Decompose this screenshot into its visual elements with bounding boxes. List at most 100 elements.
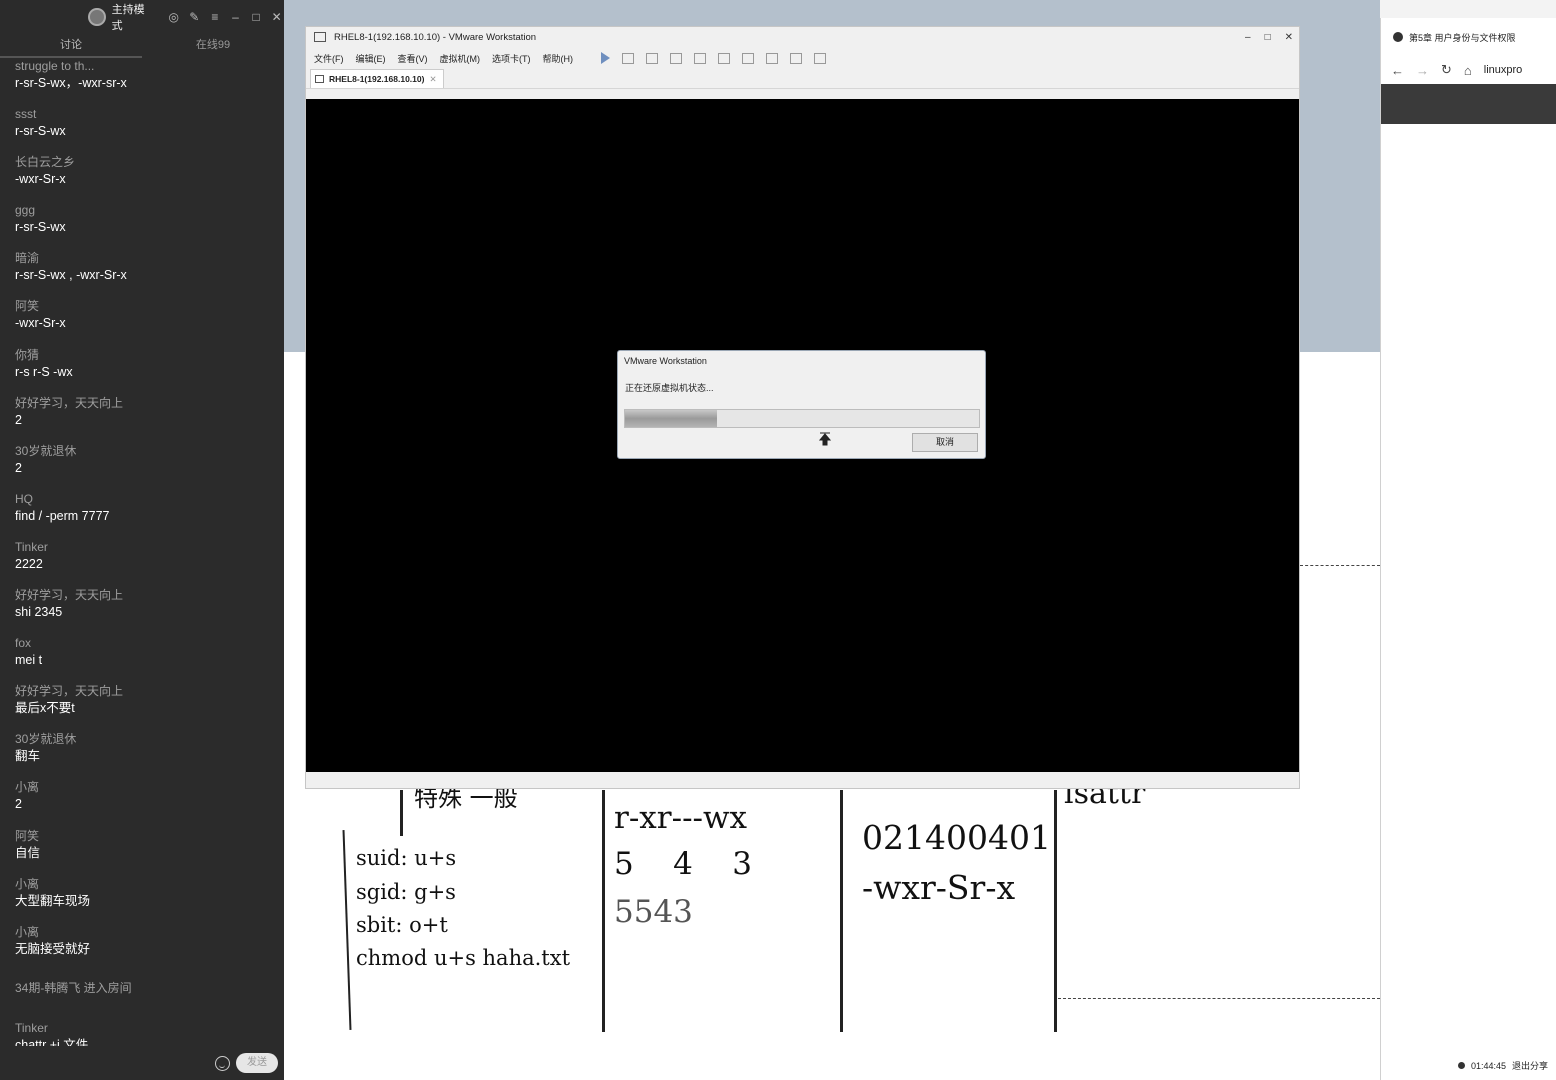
message-text: 翻车 xyxy=(15,749,41,764)
browser-tab[interactable]: 第5章 用户身份与文件权限 xyxy=(1381,18,1556,56)
edit-icon[interactable]: ✎ xyxy=(187,10,202,25)
vmware-titlebar: RHEL8-1(192.168.10.10) - VMware Workstat… xyxy=(306,27,1299,47)
board-perm-digits: 5 4 3 xyxy=(614,846,753,882)
message-sender: ggg xyxy=(15,203,36,218)
message-sender: Tinker xyxy=(15,539,48,554)
close-icon[interactable]: ✕ xyxy=(269,10,284,25)
tab-close-icon[interactable]: ✕ xyxy=(429,74,436,85)
board-divider-1 xyxy=(602,790,605,1032)
board-divider-3 xyxy=(1054,790,1057,1032)
menu-edit[interactable]: 编辑(E) xyxy=(356,52,386,65)
dialog-title: VMware Workstation xyxy=(624,356,707,366)
chat-message: 长白云之乡 -wxr-Sr-x xyxy=(15,154,284,202)
message-sender: 34期-韩腾飞 进入房间 xyxy=(15,980,132,995)
menu-tabs[interactable]: 选项卡(T) xyxy=(492,52,531,65)
chat-tabs: 讨论 在线99 xyxy=(0,34,284,58)
dialog-message: 正在还原虚拟机状态... xyxy=(625,383,714,393)
vmware-logo-icon xyxy=(314,32,326,42)
message-sender: 好好学习，天天向上 xyxy=(15,395,124,410)
power-on-icon[interactable] xyxy=(601,52,610,64)
stretch-icon[interactable] xyxy=(814,52,826,64)
snapshot-manager-icon[interactable] xyxy=(694,52,706,64)
minimize-icon[interactable]: – xyxy=(1245,32,1251,43)
message-sender: 阿笑 xyxy=(15,828,40,843)
chat-message: ggg r-sr-S-wx xyxy=(15,202,284,250)
tab-online[interactable]: 在线99 xyxy=(142,34,284,58)
chat-message: 你猜 r-s r-S -wx xyxy=(15,347,284,395)
unity-icon[interactable] xyxy=(790,52,802,64)
address-bar[interactable]: linuxpro xyxy=(1484,64,1523,76)
snapshot-icon[interactable] xyxy=(646,52,658,64)
menu-vm[interactable]: 虚拟机(M) xyxy=(440,52,481,65)
menu-help[interactable]: 帮助(H) xyxy=(543,52,574,65)
chat-message: 30岁就退休 翻车 xyxy=(15,731,284,779)
revert-snapshot-icon[interactable] xyxy=(670,52,682,64)
chat-message: struggle to th... r-sr-S-wx，-wxr-sr-x xyxy=(15,58,284,106)
board-perm-result: -wxr-Sr-x xyxy=(862,868,1016,907)
vmware-window-title: RHEL8-1(192.168.10.10) - VMware Workstat… xyxy=(334,31,537,43)
chat-message: 阿笑 -wxr-Sr-x xyxy=(15,298,284,346)
restore-progress-bar xyxy=(624,409,980,428)
exit-share-button[interactable]: 退出分享 xyxy=(1512,1059,1548,1072)
chat-message: Tinker 2222 xyxy=(15,539,284,587)
vmware-tabbar: RHEL8-1(192.168.10.10) ✕ xyxy=(306,69,1299,89)
message-sender: struggle to th... xyxy=(15,59,95,73)
chat-message: ssst r-sr-S-wx xyxy=(15,106,284,154)
maximize-icon[interactable]: □ xyxy=(249,10,264,25)
chat-message: 34期-韩腾飞 进入房间 xyxy=(15,972,284,1020)
message-text: mei t xyxy=(15,653,43,668)
page-header xyxy=(1381,84,1556,124)
message-text: 2 xyxy=(15,797,22,812)
browser-window: 第5章 用户身份与文件权限 ← → ↻ ⌂ linuxpro 01:44:45 … xyxy=(1380,18,1556,1080)
home-icon[interactable]: ⌂ xyxy=(1464,63,1472,78)
reload-icon[interactable]: ↻ xyxy=(1441,62,1452,78)
chat-message: 好好学习，天天向上 最后x不要t xyxy=(15,683,284,731)
message-sender: 阿笑 xyxy=(15,299,40,314)
message-text: r-sr-S-wx xyxy=(15,220,66,235)
board-binary: 021400401 xyxy=(862,818,1051,857)
chat-message: 小离 2 xyxy=(15,779,284,827)
chat-message: Tinker chattr +i 文件 xyxy=(15,1020,284,1046)
settings-icon[interactable]: ◎ xyxy=(166,10,181,25)
library-view-icon[interactable] xyxy=(718,52,730,64)
send-keys-icon[interactable] xyxy=(622,52,634,64)
browser-tab-title: 第5章 用户身份与文件权限 xyxy=(1409,32,1516,43)
tab-discussion[interactable]: 讨论 xyxy=(0,34,142,58)
board-sgid: sgid: g+s xyxy=(356,880,456,904)
maximize-icon[interactable]: □ xyxy=(1265,32,1271,43)
forward-icon[interactable]: → xyxy=(1416,63,1429,78)
mouse-cursor-icon xyxy=(819,432,831,446)
progress-fill xyxy=(625,410,718,427)
elapsed-time: 01:44:45 xyxy=(1470,1060,1506,1071)
vm-tab[interactable]: RHEL8-1(192.168.10.10) ✕ xyxy=(310,69,444,88)
message-text: chattr +i 文件 xyxy=(15,1037,89,1046)
cancel-button[interactable]: 取消 xyxy=(912,433,978,452)
menu-file[interactable]: 文件(F) xyxy=(314,52,344,65)
fullscreen-icon[interactable] xyxy=(766,52,778,64)
close-icon[interactable]: ✕ xyxy=(1285,32,1293,43)
message-sender: 小离 xyxy=(15,780,40,795)
vm-icon xyxy=(315,75,324,83)
message-sender: 好好学习，天天向上 xyxy=(15,684,124,699)
message-sender: fox xyxy=(15,636,32,651)
message-list[interactable]: struggle to th... r-sr-S-wx，-wxr-sr-x ssst… xyxy=(0,58,284,1046)
message-text: r-sr-S-wx , -wxr-Sr-x xyxy=(15,268,127,283)
menu-icon[interactable]: ≡ xyxy=(208,10,223,25)
message-sender: 30岁就退休 xyxy=(15,443,77,458)
chat-message: 好好学习，天天向上 shi 2345 xyxy=(15,587,284,635)
message-text: 大型翻车现场 xyxy=(15,893,91,908)
chat-message: 好好学习，天天向上 2 xyxy=(15,395,284,443)
emoji-icon[interactable] xyxy=(215,1055,230,1071)
send-button[interactable]: 发送 xyxy=(236,1053,278,1073)
minimize-icon[interactable]: – xyxy=(228,10,243,25)
message-text: 最后x不要t xyxy=(15,701,75,716)
host-avatar xyxy=(88,8,106,26)
back-icon[interactable]: ← xyxy=(1391,63,1404,78)
chat-input-bar[interactable]: 发送 xyxy=(6,1050,278,1076)
board-chmod: chmod u+s haha.txt xyxy=(356,946,571,970)
message-text: r-sr-S-wx xyxy=(15,124,66,139)
console-view-icon[interactable] xyxy=(742,52,754,64)
message-text: 2222 xyxy=(15,556,43,571)
board-perm-string: r-xr---wx xyxy=(614,800,748,836)
menu-view[interactable]: 查看(V) xyxy=(398,52,428,65)
